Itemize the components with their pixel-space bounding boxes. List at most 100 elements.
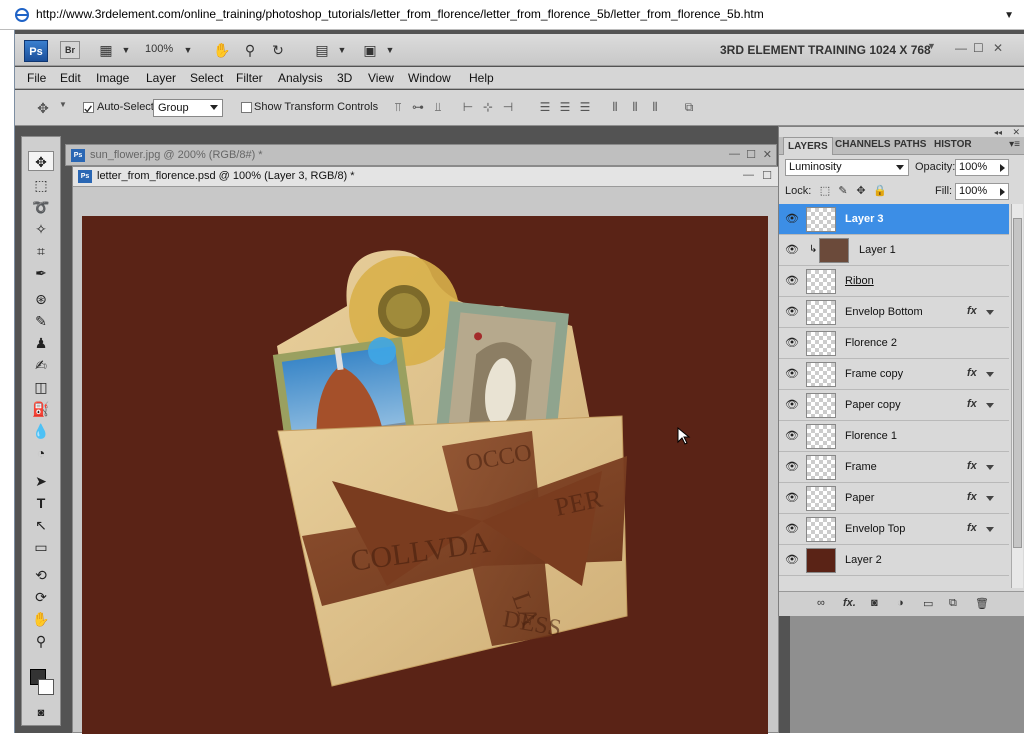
document-window-letter[interactable]: Ps letter_from_florence.psd @ 100% (Laye…: [72, 166, 779, 734]
maximize-icon[interactable]: ☐: [762, 169, 772, 182]
blur-tool-icon[interactable]: 💧: [28, 421, 54, 441]
lock-all-icon[interactable]: 🔒: [873, 184, 887, 197]
menu-3d[interactable]: 3D: [337, 71, 352, 85]
distribute-vertical-center-icon[interactable]: ☰: [557, 100, 573, 116]
menu-edit[interactable]: Edit: [60, 71, 81, 85]
spot-healing-tool-icon[interactable]: ⊛: [28, 289, 54, 309]
chevron-down-icon[interactable]: ▼: [331, 40, 353, 60]
document-canvas[interactable]: COLLVDA PER OCCO LA DESS: [82, 216, 768, 734]
type-tool-icon[interactable]: T: [28, 493, 54, 513]
distribute-right-icon[interactable]: ⦀: [647, 100, 663, 116]
fx-icon[interactable]: fx: [967, 491, 977, 503]
layers-scrollbar[interactable]: [1011, 204, 1023, 588]
layer-row-envelop-bottom[interactable]: 👁 Envelop Bottom fx: [779, 297, 1009, 328]
3d-rotate-tool-icon[interactable]: ⟲: [28, 565, 54, 585]
scrollbar-thumb[interactable]: [1013, 218, 1022, 548]
new-group-icon[interactable]: ▭: [923, 597, 933, 610]
minimize-icon[interactable]: —: [743, 169, 754, 181]
eye-icon[interactable]: 👁: [785, 336, 799, 350]
background-color-swatch[interactable]: [38, 679, 54, 695]
menu-filter[interactable]: Filter: [236, 71, 263, 85]
close-icon[interactable]: ✕: [993, 41, 1003, 55]
layer-row-florence-2[interactable]: 👁 Florence 2: [779, 328, 1009, 359]
menu-image[interactable]: Image: [96, 71, 129, 85]
layer-row-paper[interactable]: 👁 Paper fx: [779, 483, 1009, 514]
fx-icon[interactable]: fx: [967, 305, 977, 317]
layer-row-frame[interactable]: 👁 Frame fx: [779, 452, 1009, 483]
zoom-tool-icon[interactable]: ⚲: [28, 631, 54, 651]
tab-paths[interactable]: PATHS: [894, 139, 926, 150]
new-layer-icon[interactable]: ⧉: [949, 597, 957, 610]
eye-icon[interactable]: 👁: [785, 491, 799, 505]
move-tool-icon[interactable]: ✥: [28, 151, 54, 171]
panel-menu-icon[interactable]: ▾≡: [1009, 139, 1020, 150]
adjustment-layer-icon[interactable]: ◑: [897, 597, 904, 609]
clone-stamp-tool-icon[interactable]: ♟: [28, 333, 54, 353]
distribute-left-icon[interactable]: ⦀: [607, 100, 623, 116]
chevron-down-icon[interactable]: [986, 310, 994, 315]
direct-selection-tool-icon[interactable]: ↖: [28, 515, 54, 535]
align-horizontal-center-icon[interactable]: ⊹: [480, 100, 496, 116]
menu-window[interactable]: Window: [408, 71, 451, 85]
layer-row-florence-1[interactable]: 👁 Florence 1: [779, 421, 1009, 452]
url-text[interactable]: http://www.3rdelement.com/online_trainin…: [36, 7, 764, 21]
menu-help[interactable]: Help: [469, 71, 494, 85]
tab-layers[interactable]: LAYERS: [783, 137, 833, 155]
document-window-sunflower[interactable]: Ps sun_flower.jpg @ 200% (RGB/8#) * — ☐ …: [65, 144, 777, 166]
fx-icon[interactable]: fx: [967, 522, 977, 534]
align-top-icon[interactable]: ⫪: [390, 100, 406, 116]
eye-icon[interactable]: 👁: [785, 212, 799, 226]
align-vertical-center-icon[interactable]: ⊶: [410, 100, 426, 116]
distribute-horizontal-center-icon[interactable]: ⦀: [627, 100, 643, 116]
chevron-down-icon[interactable]: [986, 372, 994, 377]
zoom-level[interactable]: 100%: [145, 43, 173, 55]
eye-icon[interactable]: 👁: [785, 305, 799, 319]
auto-align-layers-icon[interactable]: ⧉: [681, 100, 697, 116]
zoom-tool-icon[interactable]: ⚲: [239, 40, 261, 60]
screen-mode-icon[interactable]: ▣: [359, 40, 381, 60]
rectangle-tool-icon[interactable]: ▭: [28, 537, 54, 557]
rotate-view-icon[interactable]: ↻: [267, 40, 289, 60]
maximize-icon[interactable]: ☐: [746, 148, 756, 161]
link-layers-icon[interactable]: ∞: [817, 597, 825, 609]
paint-bucket-tool-icon[interactable]: ⛽: [28, 399, 54, 419]
fx-icon[interactable]: fx: [967, 367, 977, 379]
close-icon[interactable]: ✕: [763, 148, 772, 161]
align-bottom-icon[interactable]: ⫫: [430, 100, 446, 116]
chevron-down-icon[interactable]: ▼: [55, 100, 71, 116]
history-brush-tool-icon[interactable]: ✍: [28, 355, 54, 375]
chevron-down-icon[interactable]: ▼: [177, 40, 199, 60]
tab-history[interactable]: HISTOR: [934, 139, 972, 150]
eye-icon[interactable]: 👁: [785, 522, 799, 536]
path-selection-tool-icon[interactable]: ➤: [28, 471, 54, 491]
add-mask-icon[interactable]: ◙: [871, 597, 878, 609]
chevron-down-icon[interactable]: ▼: [115, 40, 137, 60]
move-tool-icon[interactable]: ✥: [35, 100, 51, 116]
lasso-tool-icon[interactable]: ➰: [28, 197, 54, 217]
align-left-icon[interactable]: ⊢: [460, 100, 476, 116]
collapse-panel-icon[interactable]: ◂◂: [994, 128, 1002, 137]
layer-row-envelop-top[interactable]: 👁 Envelop Top fx: [779, 514, 1009, 545]
bridge-button[interactable]: Br: [60, 41, 80, 59]
menu-file[interactable]: File: [27, 71, 46, 85]
eraser-tool-icon[interactable]: ◫: [28, 377, 54, 397]
menu-layer[interactable]: Layer: [146, 71, 176, 85]
fill-input[interactable]: 100%: [955, 183, 1009, 200]
arrange-documents-icon[interactable]: ▤: [311, 40, 333, 60]
menu-view[interactable]: View: [368, 71, 394, 85]
distribute-bottom-icon[interactable]: ☰: [577, 100, 593, 116]
chevron-down-icon[interactable]: [986, 465, 994, 470]
hand-tool-icon[interactable]: ✋: [211, 40, 233, 60]
eye-icon[interactable]: 👁: [785, 243, 799, 257]
layer-row-paper-copy[interactable]: 👁 Paper copy fx: [779, 390, 1009, 421]
fx-icon[interactable]: fx: [967, 460, 977, 472]
chevron-down-icon[interactable]: [986, 403, 994, 408]
align-right-icon[interactable]: ⊣: [500, 100, 516, 116]
chevron-down-icon[interactable]: [986, 527, 994, 532]
brush-tool-icon[interactable]: ✎: [28, 311, 54, 331]
layer-row-ribon[interactable]: 👁 Ribon: [779, 266, 1009, 297]
workspace-switcher[interactable]: 3RD ELEMENT TRAINING 1024 X 768: [720, 43, 931, 57]
minimize-icon[interactable]: —: [729, 148, 740, 160]
browser-address-bar[interactable]: http://www.3rdelement.com/online_trainin…: [0, 0, 1024, 30]
add-style-icon[interactable]: fx.: [843, 597, 856, 609]
